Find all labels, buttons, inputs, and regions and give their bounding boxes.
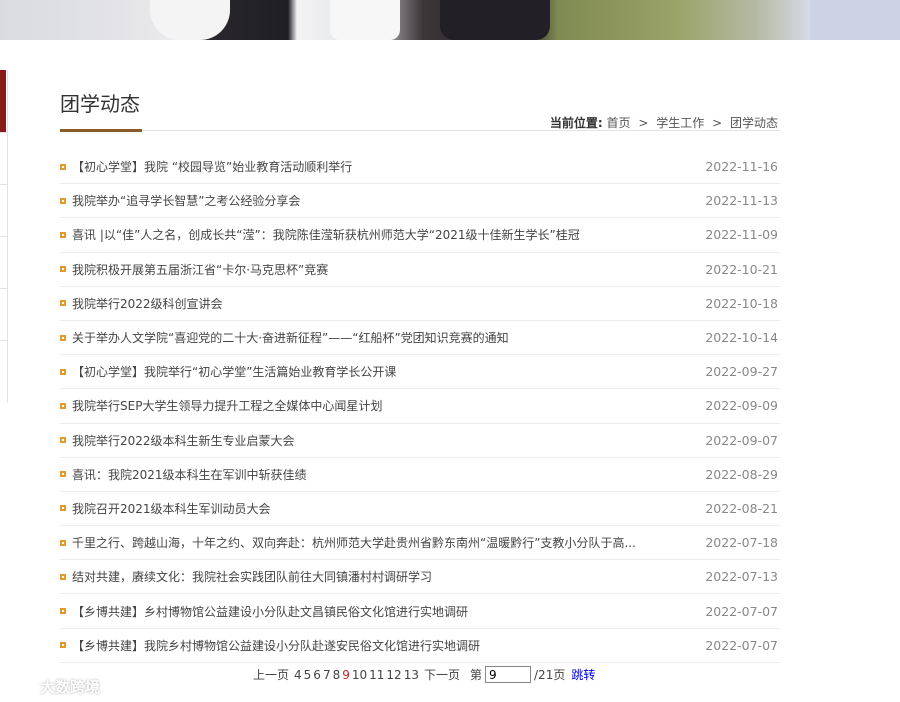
bullet-icon (60, 505, 66, 512)
news-date: 2022-11-09 (705, 227, 778, 243)
page-number-link[interactable]: 6 (313, 668, 321, 682)
page-number-link[interactable]: 4 (294, 668, 302, 682)
news-date: 2022-09-27 (705, 364, 778, 380)
bullet-icon (60, 334, 66, 341)
news-list-item[interactable]: 结对共建，赓续文化：我院社会实践团队前往大同镇潘村村调研学习 2022-07-13 (60, 560, 780, 595)
news-list-item[interactable]: 【初心学堂】我院 “校园导览”始业教育活动顺利举行 2022-11-16 (60, 150, 780, 185)
news-list-item[interactable]: 【乡博共建】我院乡村博物馆公益建设小分队赴遂安民俗文化馆进行实地调研 2022-0… (60, 629, 780, 663)
news-date: 2022-08-29 (705, 466, 778, 482)
news-list-item[interactable]: 我院举办“追寻学长智慧”之考公经验分享会 2022-11-13 (60, 184, 780, 219)
news-title-link[interactable]: 关于举办人文学院“喜迎党的二十大·奋进新征程”——“红船杯”党团知识竞赛的通知 (72, 329, 509, 346)
bullet-icon (60, 368, 66, 375)
news-title-link[interactable]: 我院举办“追寻学长智慧”之考公经验分享会 (72, 192, 300, 209)
pagination: 上一页 45678910111213 下一页 第 /21页 跳转 (252, 666, 595, 683)
title-divider (60, 130, 780, 131)
bullet-icon (60, 437, 66, 444)
bullet-icon (60, 573, 66, 580)
news-title-link[interactable]: 【乡博共建】我院乡村博物馆公益建设小分队赴遂安民俗文化馆进行实地调研 (72, 637, 480, 654)
watermark: 大数跨境 (8, 676, 100, 697)
title-accent-bar (60, 129, 142, 132)
news-date: 2022-07-13 (705, 569, 778, 585)
jump-button[interactable]: 跳转 (571, 666, 595, 683)
news-date: 2022-07-18 (705, 535, 778, 551)
page-number-link[interactable]: 5 (304, 668, 312, 682)
news-list-item[interactable]: 我院积极开展第五届浙江省“卡尔·马克思杯”竞赛 2022-10-21 (60, 253, 780, 287)
goto-page-input[interactable] (485, 666, 532, 683)
news-date: 2022-07-07 (705, 637, 778, 653)
news-title-link[interactable]: 结对共建，赓续文化：我院社会实践团队前往大同镇潘村村调研学习 (72, 568, 432, 585)
next-page-link[interactable]: 下一页 (424, 666, 460, 683)
bullet-icon (60, 402, 66, 409)
page-title: 团学动态 (60, 92, 140, 116)
side-nav-active-marker (0, 70, 6, 132)
news-title-link[interactable]: 我院举行2022级本科生新生专业启蒙大会 (72, 432, 295, 449)
news-title-link[interactable]: 我院积极开展第五届浙江省“卡尔·马克思杯”竞赛 (72, 261, 328, 278)
logo-swirl-icon (9, 680, 32, 692)
news-date: 2022-07-07 (705, 603, 778, 619)
goto-prefix: 第 (470, 668, 483, 682)
current-page-number[interactable]: 9 (342, 668, 350, 682)
news-date: 2022-10-14 (705, 330, 778, 346)
page-number-link[interactable]: 12 (386, 668, 401, 682)
news-date: 2022-09-09 (705, 398, 778, 414)
news-list-item[interactable]: 【初心学堂】我院举行“初心学堂”生活篇始业教育学长公开课 2022-09-27 (60, 355, 780, 390)
news-list-item[interactable]: 喜讯 |以“佳”人之名，创成长共“滢”：我院陈佳滢斩获杭州师范大学“2021级十… (60, 218, 780, 253)
news-date: 2022-09-07 (705, 432, 778, 448)
breadcrumb-separator: > (638, 116, 649, 130)
bullet-icon (60, 266, 66, 273)
news-title-link[interactable]: 我院举行SEP大学生领导力提升工程之全媒体中心闻星计划 (72, 397, 382, 414)
bullet-icon (60, 300, 66, 307)
bullet-icon (60, 608, 66, 615)
bullet-icon (60, 197, 66, 204)
news-title-link[interactable]: 喜讯 |以“佳”人之名，创成长共“滢”：我院陈佳滢斩获杭州师范大学“2021级十… (72, 226, 580, 243)
page-number-link[interactable]: 10 (352, 668, 367, 682)
bullet-icon (60, 642, 66, 649)
news-list-item[interactable]: 【乡博共建】乡村博物馆公益建设小分队赴文昌镇民俗文化馆进行实地调研 2022-07… (60, 594, 780, 629)
news-date: 2022-11-16 (705, 159, 778, 175)
breadcrumb-home-link[interactable]: 首页 (607, 116, 631, 130)
page-number-link[interactable]: 13 (404, 668, 419, 682)
news-list-item[interactable]: 千里之行、跨越山海，十年之约、双向奔赴：杭州师范大学赴贵州省黔东南州“温暖黔行”… (60, 526, 780, 561)
total-pages-label: /21页 (534, 668, 566, 682)
prev-page-link[interactable]: 上一页 (253, 666, 289, 683)
banner-image (0, 0, 900, 40)
news-list-item[interactable]: 我院举行2022级科创宣讲会 2022-10-18 (60, 287, 780, 321)
news-title-link[interactable]: 【初心学堂】我院举行“初心学堂”生活篇始业教育学长公开课 (72, 363, 396, 380)
side-navigation (0, 70, 8, 403)
news-date: 2022-10-21 (705, 261, 778, 277)
breadcrumb: 当前位置: 首页 > 学生工作 > 团学动态 (550, 114, 778, 131)
page-number-link[interactable]: 8 (333, 668, 341, 682)
page-number-group: 4 5 6 7 8 9 10 11 12 13 (293, 668, 420, 682)
bullet-icon (60, 231, 66, 238)
news-title-link[interactable]: 千里之行、跨越山海，十年之约、双向奔赴：杭州师范大学赴贵州省黔东南州“温暖黔行”… (72, 534, 636, 551)
breadcrumb-label: 当前位置: (549, 116, 603, 130)
news-date: 2022-10-18 (705, 295, 778, 311)
page-number-link[interactable]: 11 (369, 668, 384, 682)
watermark-text: 大数跨境 (40, 678, 101, 696)
news-title-link[interactable]: 我院举行2022级科创宣讲会 (72, 295, 223, 312)
news-date: 2022-11-13 (705, 193, 778, 209)
news-date: 2022-08-21 (705, 500, 778, 516)
bullet-icon (60, 471, 66, 478)
news-title-link[interactable]: 【乡博共建】乡村博物馆公益建设小分队赴文昌镇民俗文化馆进行实地调研 (72, 603, 468, 620)
breadcrumb-separator: > (712, 116, 723, 130)
breadcrumb-student-work-link[interactable]: 学生工作 (656, 116, 704, 130)
news-title-link[interactable]: 我院召开2021级本科生军训动员大会 (72, 500, 271, 517)
news-list-item[interactable]: 我院举行SEP大学生领导力提升工程之全媒体中心闻星计划 2022-09-09 (60, 389, 780, 424)
page-number-link[interactable]: 7 (323, 668, 331, 682)
news-list-item[interactable]: 关于举办人文学院“喜迎党的二十大·奋进新征程”——“红船杯”党团知识竞赛的通知 2… (60, 321, 780, 356)
bullet-icon (60, 163, 66, 170)
news-title-link[interactable]: 【初心学堂】我院 “校园导览”始业教育活动顺利举行 (72, 158, 352, 175)
news-list-item[interactable]: 我院召开2021级本科生军训动员大会 2022-08-21 (60, 492, 780, 527)
news-list-item[interactable]: 喜讯：我院2021级本科生在军训中斩获佳绩 2022-08-29 (60, 458, 780, 492)
news-list: 【初心学堂】我院 “校园导览”始业教育活动顺利举行 2022-11-16 我院举办“… (60, 150, 780, 663)
news-title-link[interactable]: 喜讯：我院2021级本科生在军训中斩获佳绩 (72, 466, 307, 483)
breadcrumb-current-link[interactable]: 团学动态 (730, 116, 778, 130)
bullet-icon (60, 539, 66, 546)
news-list-item[interactable]: 我院举行2022级本科生新生专业启蒙大会 2022-09-07 (60, 424, 780, 458)
